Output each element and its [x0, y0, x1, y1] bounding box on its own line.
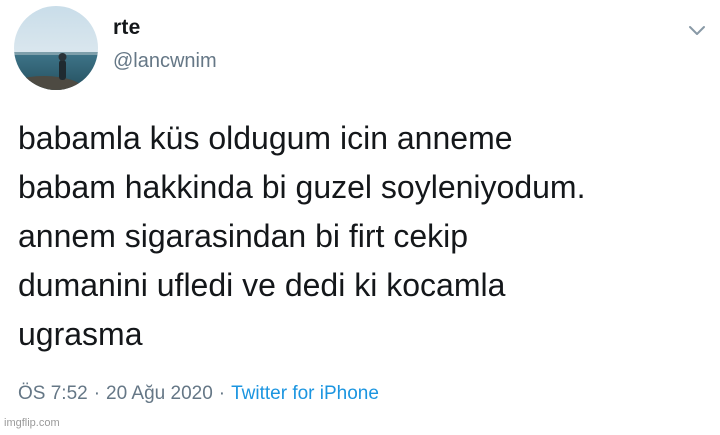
avatar[interactable]: [14, 6, 98, 90]
meta-separator: ·: [93, 383, 101, 404]
tweet-text: babamla küs oldugum icin anneme babam ha…: [18, 120, 586, 352]
display-name[interactable]: rte: [113, 16, 140, 40]
watermark: imgflip.com: [4, 417, 60, 429]
chevron-down-icon[interactable]: [684, 20, 710, 40]
avatar-image: [14, 6, 98, 90]
meta-separator: ·: [218, 383, 226, 404]
tweet-date[interactable]: 20 Ağu 2020: [106, 383, 213, 404]
tweet-card: rte @lancwnim babamla küs oldugum icin a…: [0, 0, 720, 435]
tweet-time[interactable]: ÖS 7:52: [18, 383, 88, 404]
tweet-source-link[interactable]: Twitter for iPhone: [231, 383, 379, 404]
tweet-meta: ÖS 7:52 · 20 Ağu 2020 · Twitter for iPhone: [18, 383, 379, 405]
user-handle[interactable]: @lancwnim: [113, 50, 217, 73]
